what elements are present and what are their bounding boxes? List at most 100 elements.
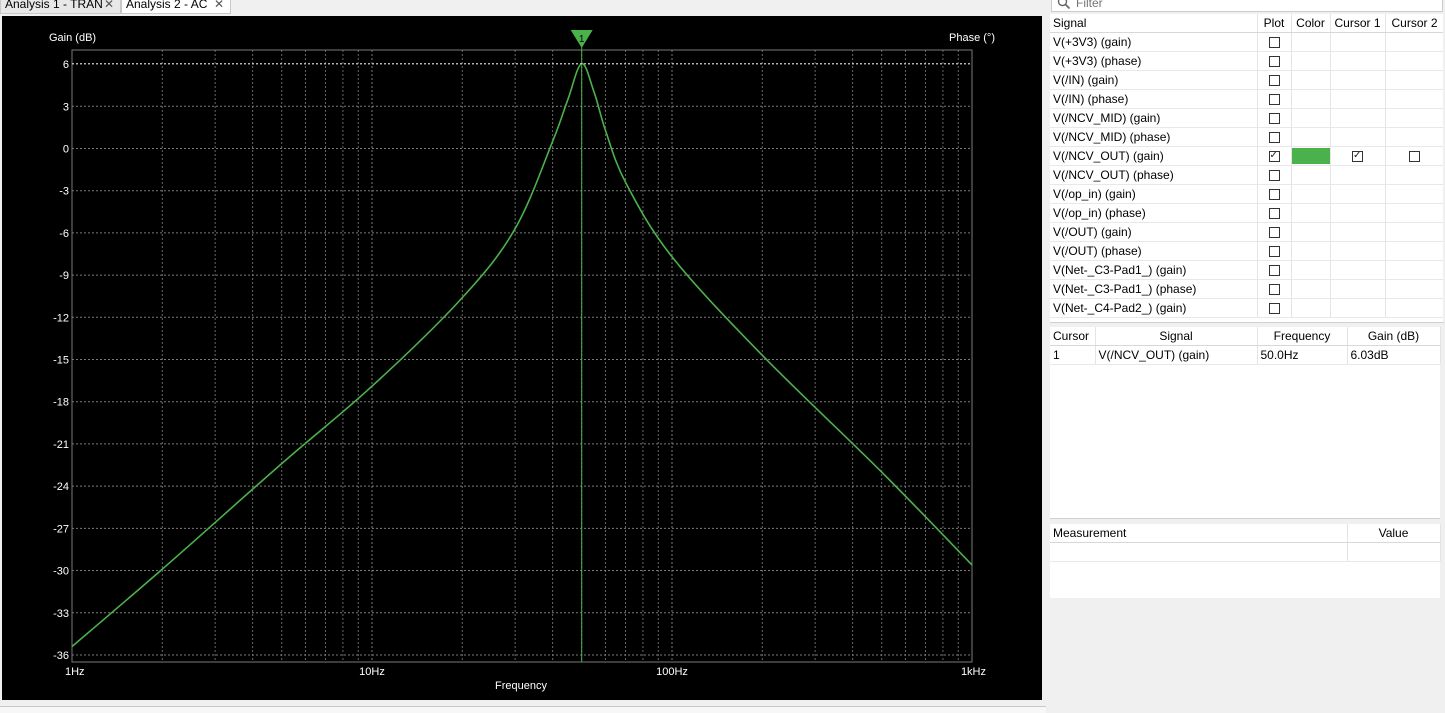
signal-name-cell: V(/NCV_MID) (phase) xyxy=(1050,127,1258,147)
color-cell[interactable] xyxy=(1291,165,1331,185)
color-cell[interactable] xyxy=(1291,203,1331,223)
color-cell[interactable] xyxy=(1291,241,1331,261)
frequency-column-header[interactable]: Frequency xyxy=(1257,327,1348,346)
plot-checkbox[interactable] xyxy=(1268,56,1280,68)
plot-checkbox[interactable] xyxy=(1268,227,1280,239)
cursor2-cell xyxy=(1385,89,1444,109)
table-row[interactable]: V(/NCV_OUT) (gain) ✓ ✓ xyxy=(1050,146,1444,166)
plot-cell xyxy=(1257,298,1292,318)
y-tick-label: -3 xyxy=(59,186,69,198)
plot-checkbox[interactable] xyxy=(1268,208,1280,220)
color-cell[interactable] xyxy=(1291,51,1331,71)
signal-name-cell: V(+3V3) (gain) xyxy=(1050,32,1258,52)
color-cell[interactable] xyxy=(1291,184,1331,204)
cursor1-column-header[interactable]: Cursor 1 xyxy=(1330,14,1386,33)
plot-cell xyxy=(1257,241,1292,261)
color-cell[interactable] xyxy=(1291,222,1331,242)
y-axis-label: Gain (dB) xyxy=(49,32,96,44)
plot-column-header[interactable]: Plot xyxy=(1257,14,1292,33)
color-cell[interactable] xyxy=(1291,127,1331,147)
table-row[interactable]: V(/op_in) (phase) xyxy=(1050,203,1444,223)
y2-axis-label: Phase (°) xyxy=(949,32,995,44)
table-row[interactable]: V(/NCV_MID) (phase) xyxy=(1050,127,1444,147)
plot-checkbox[interactable] xyxy=(1268,170,1280,182)
y-tick-label: -6 xyxy=(59,228,69,240)
color-cell[interactable] xyxy=(1291,70,1331,90)
checkmark-icon: ✓ xyxy=(1353,150,1362,162)
table-row[interactable]: V(/IN) (gain) xyxy=(1050,70,1444,90)
tab-analysis-1-tran[interactable]: Analysis 1 - TRAN ✕ xyxy=(0,0,121,14)
plot-checkbox[interactable] xyxy=(1268,189,1280,201)
y-tick-label: -15 xyxy=(53,355,69,367)
table-row[interactable]: V(/OUT) (phase) xyxy=(1050,241,1444,261)
bode-plot[interactable]: 6 3 0 -3 -6 -9 -12 -15 -18 -21 -24 -27 -30 -33 -36 1Hz… xyxy=(2,16,1042,700)
plot-checkbox[interactable] xyxy=(1268,75,1280,87)
close-icon[interactable]: ✕ xyxy=(214,0,224,13)
color-cell[interactable] xyxy=(1291,89,1331,109)
table-row[interactable]: 1 V(/NCV_OUT) (gain) 50.0Hz 6.03dB xyxy=(1050,345,1441,365)
cursor1-cell xyxy=(1330,298,1386,318)
measurement-cell[interactable] xyxy=(1050,542,1348,562)
plot-checkbox[interactable] xyxy=(1268,246,1280,258)
plot-checkbox[interactable] xyxy=(1268,265,1280,277)
signal-name-cell: V(/OUT) (phase) xyxy=(1050,241,1258,261)
measurement-column-header[interactable]: Measurement xyxy=(1050,524,1348,543)
table-row[interactable] xyxy=(1050,542,1441,562)
table-row[interactable]: V(Net-_C4-Pad2_) (gain) xyxy=(1050,298,1444,318)
filter-input[interactable] xyxy=(1076,0,1416,11)
plot-checkbox[interactable] xyxy=(1268,303,1280,315)
cursor-table-container: Cursor Signal Frequency Gain (dB) 1 V(/N… xyxy=(1050,327,1441,519)
table-row[interactable]: V(/IN) (phase) xyxy=(1050,89,1444,109)
plot-checkbox[interactable] xyxy=(1268,284,1280,296)
table-row[interactable]: V(+3V3) (gain) xyxy=(1050,32,1444,52)
cursor-signal-column-header[interactable]: Signal xyxy=(1095,327,1258,346)
filter-box[interactable] xyxy=(1051,0,1443,12)
table-row[interactable]: V(+3V3) (phase) xyxy=(1050,51,1444,71)
table-row[interactable]: V(/op_in) (gain) xyxy=(1050,184,1444,204)
cursor-column-header[interactable]: Cursor xyxy=(1050,327,1096,346)
value-cell[interactable] xyxy=(1347,542,1441,562)
cursor2-cell xyxy=(1385,146,1444,166)
color-cell[interactable] xyxy=(1291,279,1331,299)
cursor-id-cell: 1 xyxy=(1050,345,1096,365)
y-tick-label: 0 xyxy=(63,143,69,155)
cursor2-cell xyxy=(1385,184,1444,204)
cursor1-checkbox[interactable]: ✓ xyxy=(1352,150,1363,163)
x-tick-label: 10Hz xyxy=(359,666,385,678)
color-cell[interactable] xyxy=(1291,260,1331,280)
cursor2-checkbox[interactable] xyxy=(1409,151,1420,163)
color-cell[interactable] xyxy=(1291,298,1331,318)
table-row[interactable]: V(Net-_C3-Pad1_) (phase) xyxy=(1050,279,1444,299)
y-tick-label: 3 xyxy=(63,101,69,113)
cursor2-cell xyxy=(1385,70,1444,90)
color-cell[interactable] xyxy=(1291,146,1331,166)
color-column-header[interactable]: Color xyxy=(1291,14,1331,33)
table-row[interactable]: V(/NCV_MID) (gain) xyxy=(1050,108,1444,128)
table-row[interactable]: V(Net-_C3-Pad1_) (gain) xyxy=(1050,260,1444,280)
plot-checkbox[interactable] xyxy=(1268,37,1280,49)
cursor2-cell xyxy=(1385,51,1444,71)
scrollbar[interactable] xyxy=(1443,14,1444,322)
value-column-header[interactable]: Value xyxy=(1347,524,1441,543)
signal-column-header[interactable]: Signal xyxy=(1050,14,1258,33)
color-cell[interactable] xyxy=(1291,108,1331,128)
plot-checkbox[interactable] xyxy=(1268,113,1280,125)
plot-checkbox[interactable]: ✓ xyxy=(1268,150,1280,163)
cursor2-cell xyxy=(1385,279,1444,299)
cursor2-column-header[interactable]: Cursor 2 xyxy=(1385,14,1444,33)
plot-checkbox[interactable] xyxy=(1268,94,1280,106)
y-tick-label: -24 xyxy=(53,481,69,493)
close-icon[interactable]: ✕ xyxy=(104,0,114,13)
gain-column-header[interactable]: Gain (dB) xyxy=(1347,327,1441,346)
table-row[interactable]: V(/NCV_OUT) (phase) xyxy=(1050,165,1444,185)
plot-checkbox[interactable] xyxy=(1268,132,1280,144)
table-row[interactable]: V(/OUT) (gain) xyxy=(1050,222,1444,242)
signals-table: Signal Plot Color Cursor 1 Cursor 2 V(+3… xyxy=(1050,14,1444,318)
cursor1-cell xyxy=(1330,203,1386,223)
tab-label: Analysis 2 - AC xyxy=(126,0,208,11)
color-cell[interactable] xyxy=(1291,32,1331,52)
plot-cell xyxy=(1257,279,1292,299)
tab-analysis-2-ac[interactable]: Analysis 2 - AC ✕ xyxy=(121,0,231,14)
color-swatch[interactable] xyxy=(1291,148,1329,164)
x-tick-label: 100Hz xyxy=(656,666,688,678)
